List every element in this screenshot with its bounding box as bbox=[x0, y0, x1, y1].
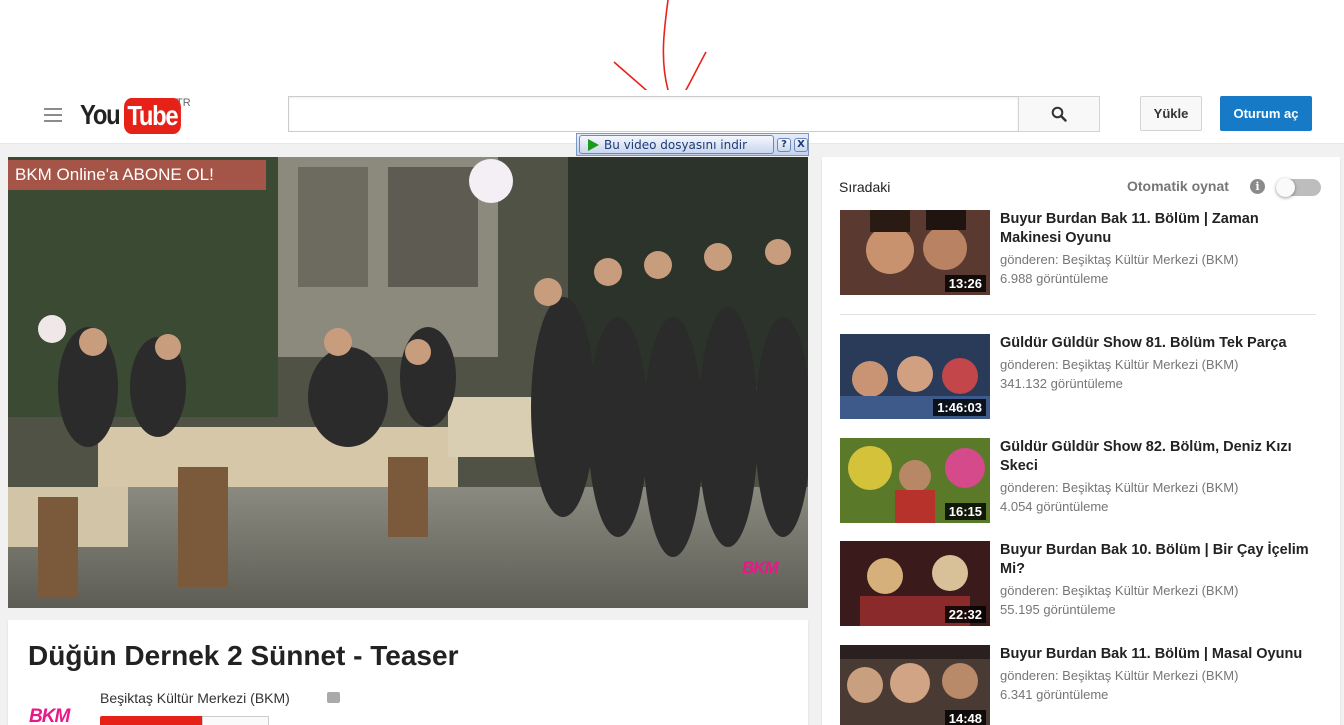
video-views: 6.341 görüntüleme bbox=[1000, 687, 1109, 702]
video-thumbnail[interactable]: 1:46:03 bbox=[840, 334, 990, 419]
download-label: Bu video dosyasını indir bbox=[604, 137, 748, 152]
video-duration: 13:26 bbox=[944, 275, 986, 292]
video-views: 6.988 görüntüleme bbox=[1000, 271, 1109, 286]
channel-avatar[interactable]: BKM bbox=[29, 706, 70, 725]
bkm-watermark: BKM bbox=[742, 558, 779, 577]
logo-you-text: You bbox=[80, 99, 121, 130]
divider bbox=[840, 314, 1316, 315]
video-player[interactable] bbox=[8, 157, 808, 608]
video-views: 341.132 görüntüleme bbox=[1000, 376, 1123, 391]
video-title-link[interactable]: Buyur Burdan Bak 11. Bölüm | Masal Oyunu bbox=[1000, 645, 1320, 664]
video-title-link[interactable]: Güldür Güldür Show 81. Bölüm Tek Parça bbox=[1000, 334, 1320, 353]
subscribe-button[interactable] bbox=[100, 716, 202, 725]
video-views: 55.195 görüntüleme bbox=[1000, 602, 1116, 617]
video-thumbnail[interactable]: 16:15 bbox=[840, 438, 990, 523]
upload-button[interactable]: Yükle bbox=[1140, 96, 1202, 131]
video-duration: 14:48 bbox=[944, 710, 986, 725]
subscriber-count bbox=[202, 716, 269, 725]
video-title-link[interactable]: Buyur Burdan Bak 11. Bölüm | Zaman Makin… bbox=[1000, 210, 1320, 248]
video-title-link[interactable]: Güldür Güldür Show 82. Bölüm, Deniz Kızı… bbox=[1000, 438, 1320, 476]
recommendation-item[interactable]: 13:26 Buyur Burdan Bak 11. Bölüm | Zaman… bbox=[840, 210, 1320, 300]
video-channel: gönderen: Beşiktaş Kültür Merkezi (BKM) bbox=[1000, 480, 1239, 495]
recommendation-item[interactable]: 1:46:03 Güldür Güldür Show 81. Bölüm Tek… bbox=[840, 334, 1320, 419]
video-title: Düğün Dernek 2 Sünnet - Teaser bbox=[28, 640, 459, 671]
close-icon[interactable]: X bbox=[794, 137, 808, 152]
search-input[interactable] bbox=[288, 96, 1019, 132]
video-frame bbox=[8, 157, 808, 608]
country-code: TR bbox=[176, 97, 191, 109]
video-channel: gönderen: Beşiktaş Kültür Merkezi (BKM) bbox=[1000, 252, 1239, 267]
download-toolbar: Bu video dosyasını indir ? X bbox=[576, 133, 809, 156]
video-channel: gönderen: Beşiktaş Kültür Merkezi (BKM) bbox=[1000, 583, 1239, 598]
video-title-link[interactable]: Buyur Burdan Bak 10. Bölüm | Bir Çay İçe… bbox=[1000, 541, 1320, 579]
guide-menu-icon[interactable] bbox=[44, 108, 62, 122]
toggle-knob bbox=[1276, 178, 1295, 197]
recommendation-item[interactable]: 22:32 Buyur Burdan Bak 10. Bölüm | Bir Ç… bbox=[840, 541, 1320, 626]
subscribe-banner[interactable]: BKM Online'a ABONE OL! bbox=[8, 160, 266, 190]
search-button[interactable] bbox=[1018, 96, 1100, 132]
video-thumbnail[interactable]: 13:26 bbox=[840, 210, 990, 295]
video-channel: gönderen: Beşiktaş Kültür Merkezi (BKM) bbox=[1000, 357, 1239, 372]
autoplay-label: Otomatik oynat bbox=[1127, 178, 1229, 194]
download-video-button[interactable]: Bu video dosyasını indir bbox=[579, 135, 774, 154]
video-thumbnail[interactable]: 14:48 bbox=[840, 645, 990, 725]
up-next-heading: Sıradaki bbox=[839, 179, 891, 195]
search-icon bbox=[1051, 106, 1067, 122]
signin-button[interactable]: Oturum aç bbox=[1220, 96, 1312, 131]
help-icon[interactable]: ? bbox=[777, 137, 791, 152]
video-duration: 22:32 bbox=[944, 606, 986, 623]
recommendation-item[interactable]: 16:15 Güldür Güldür Show 82. Bölüm, Deni… bbox=[840, 438, 1320, 523]
video-info-card bbox=[8, 620, 808, 725]
channel-name-link[interactable]: Beşiktaş Kültür Merkezi (BKM) bbox=[100, 690, 290, 706]
video-views: 4.054 görüntüleme bbox=[1000, 499, 1109, 514]
video-duration: 1:46:03 bbox=[933, 399, 986, 416]
annotation-area bbox=[0, 0, 1344, 115]
info-icon[interactable]: i bbox=[1250, 179, 1265, 194]
video-channel: gönderen: Beşiktaş Kültür Merkezi (BKM) bbox=[1000, 668, 1239, 683]
logo-tube-text: Tube bbox=[124, 98, 181, 134]
autoplay-toggle[interactable] bbox=[1276, 178, 1321, 197]
recommendation-item[interactable]: 14:48 Buyur Burdan Bak 11. Bölüm | Masal… bbox=[840, 645, 1320, 725]
youtube-logo[interactable]: You Tube bbox=[80, 98, 191, 134]
video-thumbnail[interactable]: 22:32 bbox=[840, 541, 990, 626]
verified-icon bbox=[327, 692, 340, 703]
video-duration: 16:15 bbox=[944, 503, 986, 520]
play-icon bbox=[588, 138, 599, 151]
